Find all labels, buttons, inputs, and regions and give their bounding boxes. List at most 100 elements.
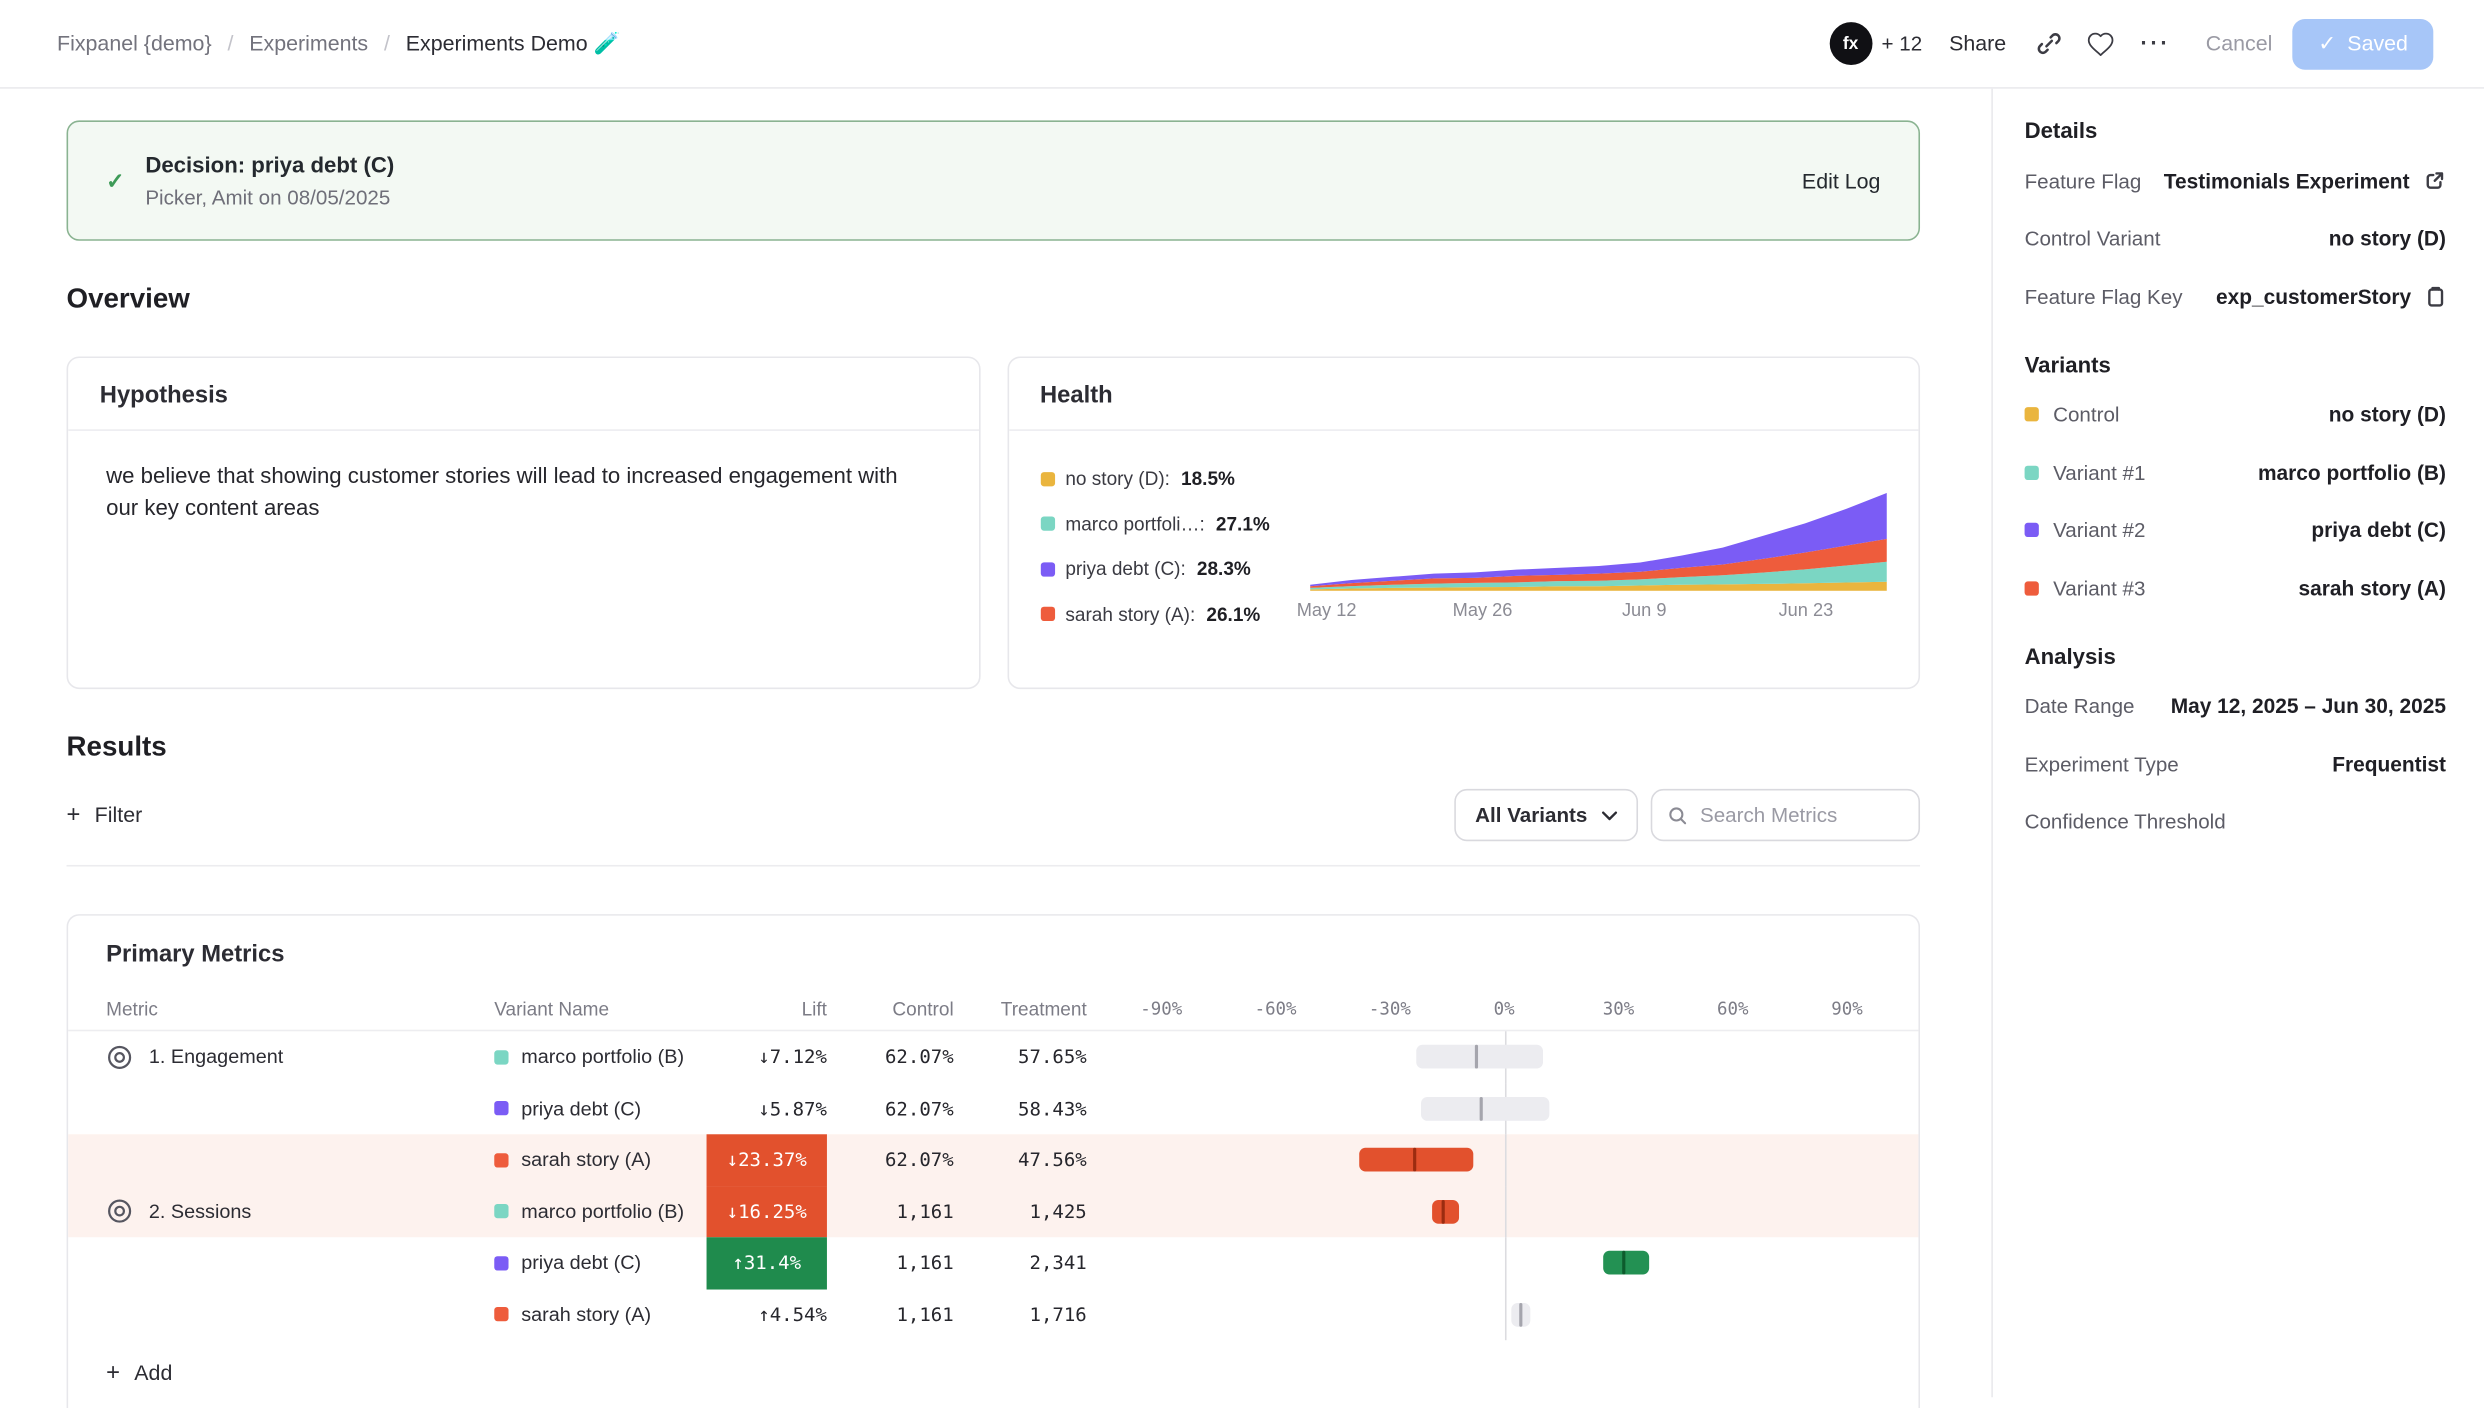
lift-value: ↑31.4% — [707, 1237, 827, 1288]
decision-banner: ✓ Decision: priya debt (C) Picker, Amit … — [67, 120, 1920, 240]
feature-flag-key-value: exp_customerStory — [2216, 285, 2411, 309]
breadcrumb-project[interactable]: Fixpanel {demo} — [57, 32, 212, 56]
treatment-value: 57.65% — [954, 1031, 1087, 1082]
confidence-interval-plot — [1123, 1186, 1885, 1237]
detail-label: Feature Flag Key — [2025, 285, 2183, 309]
search-metrics-box — [1651, 789, 1920, 841]
variant-name: marco portfolio (B) — [521, 1200, 684, 1222]
avatar[interactable]: fx — [1829, 22, 1872, 65]
lift-value: ↓7.12% — [707, 1031, 827, 1082]
variant-color-swatch — [2025, 408, 2039, 422]
results-divider — [67, 865, 1920, 867]
control-value: 62.07% — [827, 1134, 954, 1185]
collaborator-count[interactable]: + 12 — [1881, 32, 1922, 56]
primary-metrics-title: Primary Metrics — [68, 916, 1918, 987]
breadcrumb-separator: / — [384, 32, 390, 56]
variant-value: marco portfolio (B) — [2258, 461, 2446, 485]
chevron-down-icon — [1602, 810, 1618, 820]
metric-table-row[interactable]: sarah story (A) ↓23.37% 62.07% 47.56% — [68, 1134, 1918, 1185]
col-control: Control — [827, 987, 954, 1030]
variant-name: priya debt (C) — [521, 1252, 641, 1274]
control-value: 62.07% — [827, 1083, 954, 1134]
metric-table-row[interactable]: 1. Engagement marco portfolio (B) ↓7.12%… — [68, 1031, 1918, 1082]
details-sidebar: Details Feature Flag Testimonials Experi… — [1991, 89, 2484, 1398]
health-legend: no story (D): 18.5% marco portfoli…: 27.… — [1040, 453, 1293, 625]
variant-color-swatch — [494, 1101, 508, 1115]
variant-name: sarah story (A) — [521, 1303, 651, 1325]
variant-value: priya debt (C) — [2311, 518, 2446, 542]
detail-label: Feature Flag — [2025, 169, 2142, 193]
hypothesis-card: Hypothesis we believe that showing custo… — [67, 356, 980, 689]
metric-table-row[interactable]: priya debt (C) ↓5.87% 62.07% 58.43% — [68, 1083, 1918, 1134]
share-button[interactable]: Share — [1949, 32, 2006, 56]
search-icon — [1668, 804, 1687, 826]
variants-filter-dropdown[interactable]: All Variants — [1455, 789, 1638, 841]
plus-icon: + — [67, 802, 81, 829]
add-filter-button[interactable]: + Filter — [67, 802, 143, 829]
feature-flag-value[interactable]: Testimonials Experiment — [2164, 169, 2410, 193]
lift-value: ↓23.37% — [707, 1134, 827, 1185]
top-actions: fx + 12 Share ⋯ Cancel ✓ Saved — [1829, 18, 2433, 69]
breadcrumb-current[interactable]: Experiments Demo 🧪 — [406, 31, 620, 56]
variant-label: Control — [2053, 403, 2119, 427]
variant-color-swatch — [494, 1307, 508, 1321]
analysis-label: Date Range — [2025, 694, 2135, 718]
metric-table-row[interactable]: 2. Sessions marco portfolio (B) ↓16.25% … — [68, 1186, 1918, 1237]
zero-line — [1504, 1186, 1506, 1237]
confidence-interval-plot — [1123, 1083, 1885, 1134]
variant-color-swatch — [494, 1153, 508, 1167]
treatment-value: 2,341 — [954, 1237, 1087, 1288]
decision-subtitle: Picker, Amit on 08/05/2025 — [145, 185, 394, 209]
breadcrumb-experiments[interactable]: Experiments — [249, 32, 368, 56]
edit-log-button[interactable]: Edit Log — [1802, 169, 1880, 193]
confidence-interval-plot — [1123, 1237, 1885, 1288]
clipboard-copy-icon[interactable] — [2425, 286, 2446, 308]
zero-line — [1504, 1289, 1506, 1340]
health-card: Health no story (D): 18.5% marco portfol… — [1007, 356, 1920, 689]
variant-color-swatch — [494, 1204, 508, 1218]
variant-label: Variant #2 — [2053, 518, 2145, 542]
lift-value: ↓16.25% — [707, 1186, 827, 1237]
control-value: 62.07% — [827, 1031, 954, 1082]
search-metrics-input[interactable] — [1700, 803, 1903, 827]
zero-line — [1504, 1134, 1506, 1185]
ci-axis: -90%-60%-30%0%30%60%90% — [1123, 987, 1885, 1030]
hypothesis-body: we believe that showing customer stories… — [68, 431, 963, 553]
results-toolbar: + Filter All Variants — [67, 789, 1920, 841]
col-lift: Lift — [707, 987, 827, 1030]
details-heading: Details — [2025, 117, 2446, 142]
main-content: ✓ Decision: priya debt (C) Picker, Amit … — [0, 89, 1991, 1398]
variant-label: Variant #1 — [2053, 461, 2145, 485]
decision-title: Decision: priya debt (C) — [145, 152, 394, 177]
add-label: Add — [134, 1361, 172, 1385]
details-section: Details Feature Flag Testimonials Experi… — [2025, 117, 2446, 325]
legend-label: no story (D): — [1065, 467, 1170, 489]
confidence-interval-plot — [1123, 1289, 1885, 1340]
health-chart — [1309, 486, 1886, 591]
legend-value: 27.1% — [1216, 512, 1270, 534]
analysis-section: Analysis Date Range May 12, 2025 – Jun 3… — [2025, 642, 2446, 850]
link-icon[interactable] — [2033, 28, 2065, 60]
overview-cards: Hypothesis we believe that showing custo… — [67, 356, 1920, 689]
breadcrumb: Fixpanel {demo} / Experiments / Experime… — [57, 31, 620, 56]
cancel-button[interactable]: Cancel — [2206, 32, 2273, 56]
detail-row-control-variant: Control Variant no story (D) — [2025, 210, 2446, 268]
check-icon: ✓ — [106, 167, 125, 194]
treatment-value: 1,425 — [954, 1186, 1087, 1237]
favorite-heart-icon[interactable] — [2085, 28, 2117, 60]
saved-button[interactable]: ✓ Saved — [2293, 18, 2433, 69]
metric-table-row[interactable]: sarah story (A) ↑4.54% 1,161 1,716 — [68, 1289, 1918, 1340]
detail-label: Control Variant — [2025, 227, 2161, 251]
col-metric: Metric — [106, 987, 494, 1030]
analysis-heading: Analysis — [2025, 642, 2446, 667]
metric-goal-icon — [106, 1198, 133, 1225]
confidence-interval-plot — [1123, 1134, 1885, 1185]
legend-value: 26.1% — [1206, 603, 1260, 625]
more-options-icon[interactable]: ⋯ — [2138, 28, 2170, 60]
legend-item: sarah story (A): 26.1% — [1040, 603, 1293, 625]
treatment-value: 47.56% — [954, 1134, 1087, 1185]
metric-table-row[interactable]: priya debt (C) ↑31.4% 1,161 2,341 — [68, 1237, 1918, 1288]
external-link-icon[interactable] — [2424, 170, 2446, 192]
variant-name: priya debt (C) — [521, 1097, 641, 1119]
overview-heading: Overview — [67, 282, 1920, 315]
